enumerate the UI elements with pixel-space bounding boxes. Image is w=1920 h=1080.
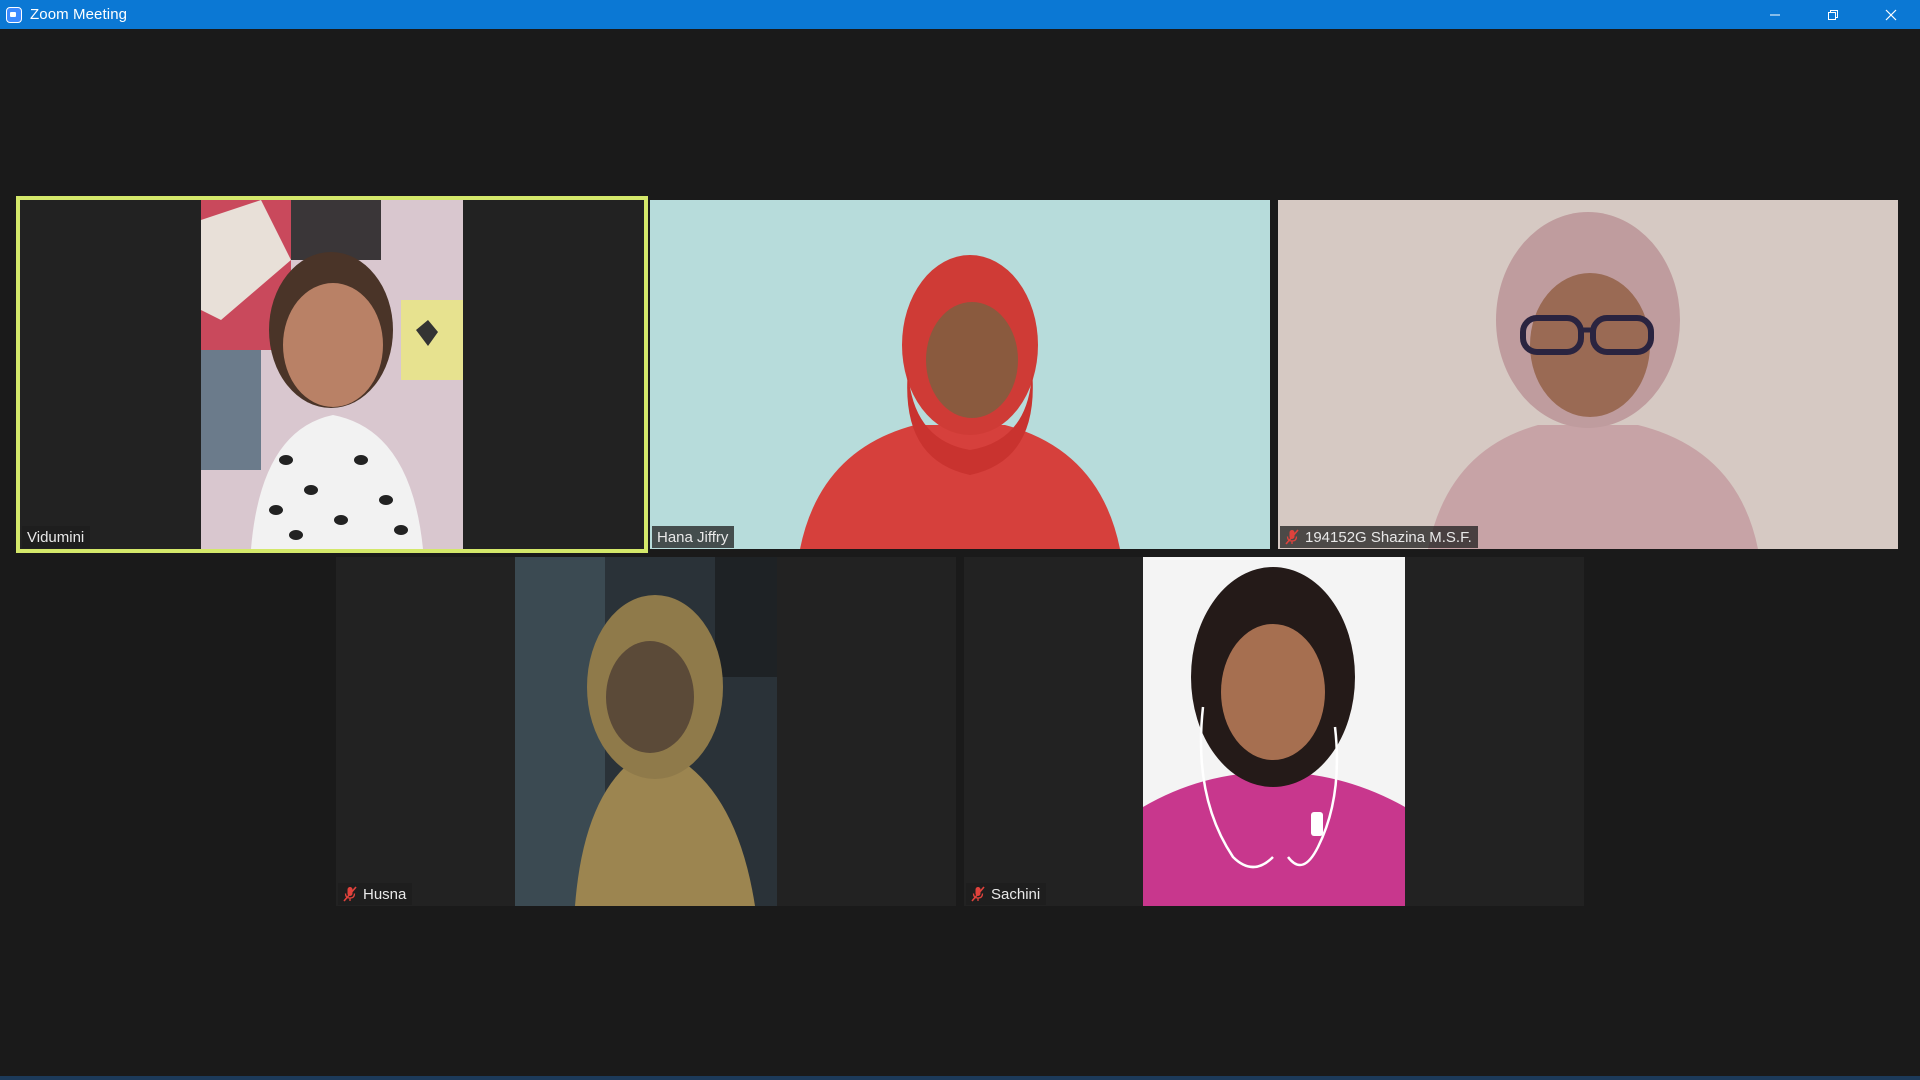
window-bottom-edge xyxy=(0,1076,1920,1080)
participant-video xyxy=(1143,557,1405,906)
participant-name-tag: Husna xyxy=(338,883,413,905)
participant-name-tag: Vidumini xyxy=(22,526,91,548)
participant-video xyxy=(650,200,1270,549)
participant-video xyxy=(201,200,463,549)
zoom-app-icon xyxy=(6,6,22,23)
minimize-icon xyxy=(1770,14,1780,15)
close-icon xyxy=(1885,9,1897,20)
participant-name: 194152G Shazina M.S.F. xyxy=(1305,528,1472,546)
participant-name: Vidumini xyxy=(27,528,85,546)
close-button[interactable] xyxy=(1862,0,1920,29)
video-tile-sachini[interactable]: Sachini xyxy=(964,557,1584,906)
minimize-button[interactable] xyxy=(1746,0,1804,29)
restore-icon xyxy=(1828,9,1838,20)
window-titlebar[interactable]: Zoom Meeting xyxy=(0,0,1920,29)
restore-button[interactable] xyxy=(1804,0,1862,29)
participant-name: Hana Jiffry xyxy=(657,528,729,546)
video-tile-husna[interactable]: Husna xyxy=(336,557,956,906)
participant-name: Sachini xyxy=(991,885,1041,903)
participant-name-tag: Hana Jiffry xyxy=(652,526,735,548)
window-title: Zoom Meeting xyxy=(30,6,128,23)
microphone-muted-icon xyxy=(1285,529,1299,545)
microphone-muted-icon xyxy=(971,886,985,902)
participant-video xyxy=(1278,200,1898,549)
participant-name-tag: 194152G Shazina M.S.F. xyxy=(1280,526,1478,548)
window-controls xyxy=(1746,0,1920,29)
meeting-gallery-view: Vidumini Hana Jiffry 194152G Shazina M.S… xyxy=(0,29,1920,1076)
participant-name: Husna xyxy=(363,885,407,903)
microphone-muted-icon xyxy=(343,886,357,902)
video-tile-hana-jiffry[interactable]: Hana Jiffry xyxy=(650,200,1270,549)
video-tile-shazina[interactable]: 194152G Shazina M.S.F. xyxy=(1278,200,1898,549)
participant-name-tag: Sachini xyxy=(966,883,1047,905)
video-tile-vidumini[interactable]: Vidumini xyxy=(16,196,648,553)
participant-video xyxy=(515,557,777,906)
